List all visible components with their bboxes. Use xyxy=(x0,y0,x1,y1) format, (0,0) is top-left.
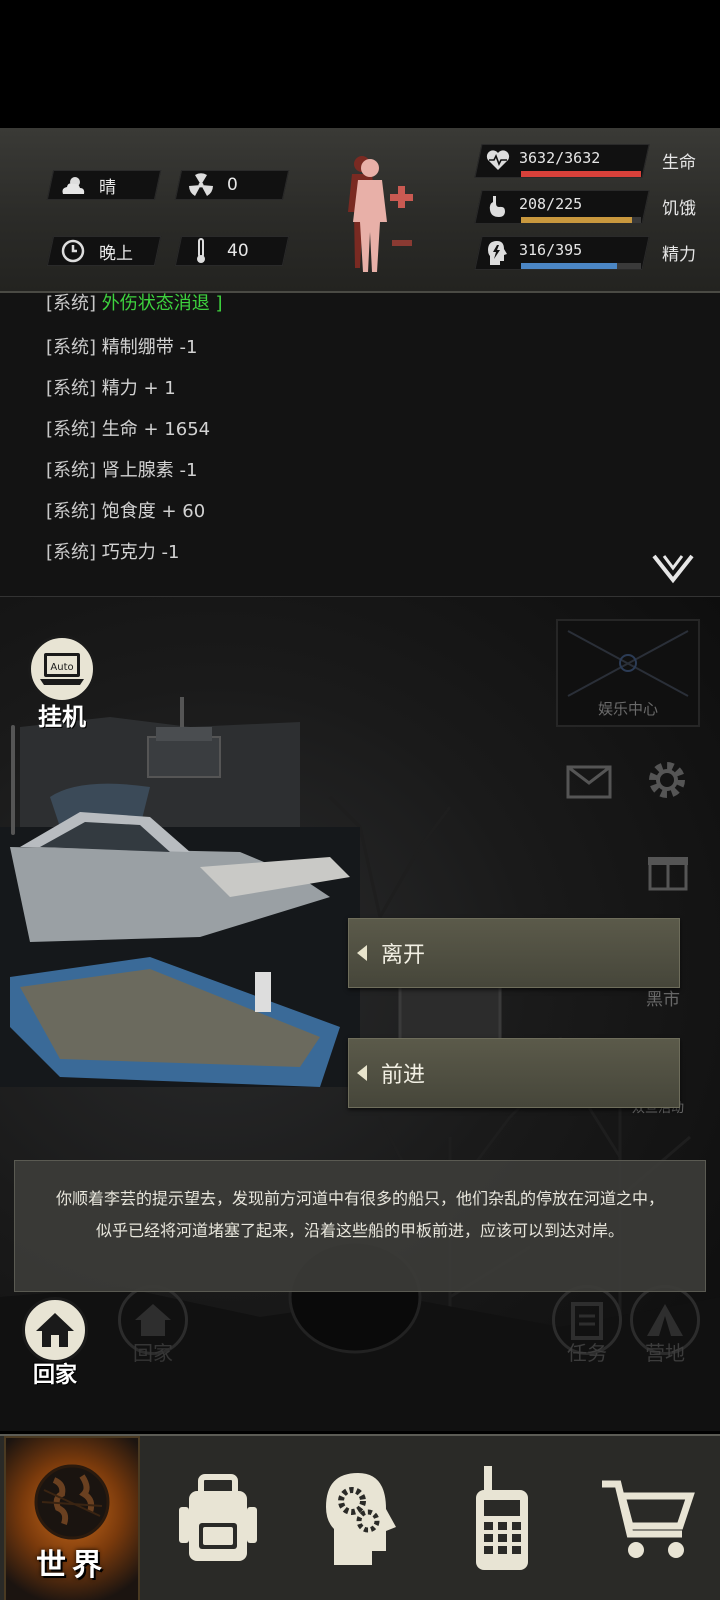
auto-idle-label: 挂机 xyxy=(38,703,86,731)
tab-backpack[interactable] xyxy=(148,1436,288,1600)
stomach-icon xyxy=(485,194,511,220)
log-line-text: 饱食度 + 60 xyxy=(101,501,206,522)
status-bar xyxy=(0,0,720,128)
log-line-text: 生命 + 1654 xyxy=(101,419,211,440)
go-home-label: 回家 xyxy=(32,1363,77,1388)
svg-text:Auto: Auto xyxy=(50,662,73,673)
mail-button[interactable] xyxy=(566,765,612,799)
settings-button[interactable] xyxy=(644,757,690,803)
black-market-button[interactable]: 黑市 xyxy=(646,985,680,1010)
collapse-log-button[interactable] xyxy=(650,550,696,586)
choice-leave-button[interactable]: 离开 xyxy=(348,918,680,988)
log-line-tag: [系统] xyxy=(46,542,97,563)
tab-skills[interactable] xyxy=(290,1436,430,1600)
task-label: 任务 xyxy=(567,1341,607,1365)
hunger-label: 饥饿 xyxy=(662,199,696,219)
scroll-indicator xyxy=(11,725,15,835)
bottom-tab-bar: 世界 xyxy=(0,1434,720,1600)
log-line-text: 巧克力 -1 xyxy=(101,542,180,563)
energy-box: 316/395 xyxy=(474,236,650,270)
tab-radio[interactable] xyxy=(432,1436,572,1600)
walkie-talkie-icon xyxy=(476,1466,528,1570)
gift-button[interactable] xyxy=(646,847,690,891)
choice-arrow-icon xyxy=(357,945,367,961)
log-line-text: 精力 + 1 xyxy=(101,378,176,399)
narration-box: 你顺着李芸的提示望去，发现前方河道中有很多的船只，他们杂乱的停放在河道之中，似乎… xyxy=(14,1160,706,1292)
camp-button[interactable]: 营地 xyxy=(630,1285,700,1366)
log-line-tag: [系统] xyxy=(46,419,97,440)
log-line: [系统] 巧克力 -1 xyxy=(46,538,179,564)
temperature-box: 40 xyxy=(174,236,290,266)
choice-advance-button[interactable]: 前进 xyxy=(348,1038,680,1108)
gift-icon xyxy=(648,857,688,891)
radiation-value: 0 xyxy=(227,175,238,195)
heart-pulse-icon xyxy=(485,148,511,174)
choice-arrow-icon xyxy=(357,1065,367,1081)
tab-shop[interactable] xyxy=(578,1436,718,1600)
thermometer-icon xyxy=(185,237,217,265)
temperature-value: 40 xyxy=(227,241,249,261)
task-button[interactable]: 任务 xyxy=(552,1285,622,1366)
log-line: [系统] 生命 + 1654 xyxy=(46,415,210,441)
choice-advance-label: 前进 xyxy=(381,1063,426,1088)
brain-gear-icon xyxy=(326,1473,396,1565)
health-bar xyxy=(521,171,641,177)
message-log: [系统] 外伤状态消退 ] [系统] 精制绷带 -1 [系统] 精力 + 1 [系统… xyxy=(0,293,720,597)
log-line: [系统] 精制绷带 -1 xyxy=(46,333,197,359)
house-icon xyxy=(22,1297,88,1363)
energy-bar xyxy=(521,263,641,269)
radiation-icon xyxy=(185,171,217,199)
globe-icon xyxy=(34,1464,110,1540)
choice-leave-label: 离开 xyxy=(381,943,426,968)
health-value: 3632/3632 xyxy=(519,149,601,167)
log-line-tag: [系统] xyxy=(46,378,97,399)
log-line-text: 肾上腺素 -1 xyxy=(101,460,198,481)
clock-icon xyxy=(57,237,89,265)
camp-label: 营地 xyxy=(645,1341,685,1365)
hunger-box: 208/225 xyxy=(474,190,650,224)
log-line-text: 精制绷带 -1 xyxy=(101,337,198,358)
weather-value: 晴 xyxy=(99,177,116,198)
log-line: [系统] 饱食度 + 60 xyxy=(46,497,205,523)
scene-view: Auto 挂机 娱乐中心 黑市 双旦活动 回家 任务 营地 回家 xyxy=(0,597,720,1431)
log-line-tag: [系统] xyxy=(46,460,97,481)
log-line-tag: [系统] xyxy=(46,501,97,522)
hunger-bar xyxy=(521,217,641,223)
auto-laptop-icon: Auto xyxy=(28,635,96,703)
cart-icon xyxy=(602,1480,695,1558)
black-market-label: 黑市 xyxy=(646,990,680,1010)
log-line: [系统] 肾上腺素 -1 xyxy=(46,456,197,482)
tab-world-label: 世界 xyxy=(36,1548,108,1583)
health-box: 3632/3632 xyxy=(474,144,650,178)
auto-idle-button[interactable]: Auto 挂机 xyxy=(28,635,96,732)
narration-text: 你顺着李芸的提示望去，发现前方河道中有很多的船只，他们杂乱的停放在河道之中，似乎… xyxy=(55,1189,664,1240)
body-status-button[interactable] xyxy=(340,150,430,275)
entertainment-center-button[interactable]: 娱乐中心 xyxy=(556,619,700,727)
health-label: 生命 xyxy=(662,153,696,173)
log-line: [系统] 精力 + 1 xyxy=(46,374,176,400)
tab-world[interactable]: 世界 xyxy=(4,1436,140,1600)
hunger-value: 208/225 xyxy=(519,195,583,213)
head-lightning-icon xyxy=(485,240,511,266)
gear-icon xyxy=(649,762,685,798)
entertainment-center-icon xyxy=(567,630,689,697)
time-box: 晚上 xyxy=(46,236,162,266)
radiation-box: 0 xyxy=(174,170,290,200)
go-home-button[interactable]: 回家 xyxy=(22,1297,88,1389)
home-bg-label: 回家 xyxy=(133,1341,173,1365)
weather-box: 晴 xyxy=(46,170,162,200)
log-line-tag: [系统] xyxy=(46,337,97,358)
mail-icon xyxy=(566,765,612,799)
log-line-partial: [系统] 外伤状态消退 ] xyxy=(46,293,223,314)
home-bg-button: 回家 xyxy=(118,1285,188,1366)
energy-label: 精力 xyxy=(662,245,696,265)
energy-value: 316/395 xyxy=(519,241,583,259)
time-value: 晚上 xyxy=(99,243,133,264)
weather-cloud-sun-icon xyxy=(57,171,89,199)
backpack-icon xyxy=(179,1474,257,1561)
